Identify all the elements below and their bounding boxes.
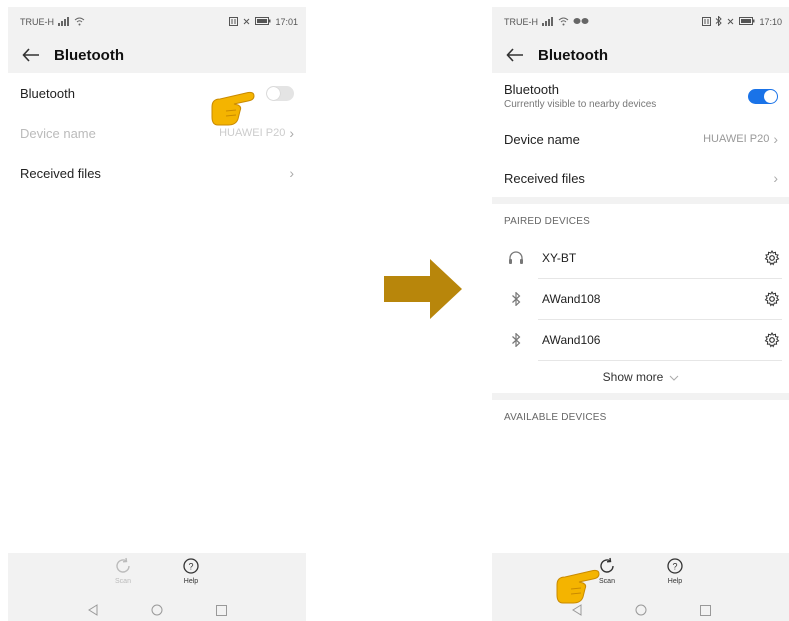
svg-text:?: ? <box>672 562 677 572</box>
section-divider <box>492 197 789 204</box>
scan-label: Scan <box>115 578 131 585</box>
paired-device-name: XY-BT <box>542 251 577 265</box>
clock: 17:10 <box>759 17 782 27</box>
phone-screen-after: TRUE-H 17:10 Bluetooth Bluetooth Current… <box>492 7 789 621</box>
back-arrow-icon[interactable] <box>20 44 42 66</box>
available-devices-header: AVAILABLE DEVICES <box>504 411 607 423</box>
paired-device-name: AWand108 <box>542 292 601 306</box>
paired-device-row[interactable]: XY-BT <box>492 238 789 278</box>
headphones-icon <box>506 248 526 268</box>
nfc-icon <box>229 16 239 28</box>
pointing-hand-icon <box>553 563 605 605</box>
wifi-icon <box>558 17 569 28</box>
back-arrow-icon[interactable] <box>504 44 526 66</box>
chevron-right-icon: › <box>289 125 294 141</box>
bottom-bar: Scan ? Help <box>8 553 306 621</box>
gear-icon[interactable] <box>762 330 782 350</box>
bluetooth-toggle-row[interactable]: Bluetooth Currently visible to nearby de… <box>492 73 789 119</box>
chevron-right-icon: › <box>773 131 778 147</box>
help-button[interactable]: ? Help <box>182 557 200 585</box>
nav-home-icon[interactable] <box>149 603 165 617</box>
device-name-label: Device name <box>504 131 580 147</box>
arrow-right-icon <box>384 259 462 319</box>
bluetooth-icon <box>506 289 526 309</box>
notification-icon <box>573 17 589 27</box>
gear-icon[interactable] <box>762 248 782 268</box>
nfc-icon <box>702 16 712 28</box>
chevron-right-icon: › <box>289 165 294 181</box>
scan-button[interactable]: Scan <box>114 557 132 585</box>
paired-device-row[interactable]: AWand106 <box>492 320 789 360</box>
page-title: Bluetooth <box>538 46 608 64</box>
device-name-row[interactable]: Device name HUAWEI P20 › <box>492 119 789 159</box>
show-more-label: Show more <box>602 370 664 384</box>
app-header: Bluetooth <box>492 37 789 73</box>
bluetooth-label: Bluetooth <box>504 82 559 97</box>
chevron-down-icon <box>669 370 679 384</box>
battery-icon <box>255 17 271 27</box>
signal-icon <box>58 16 70 28</box>
bluetooth-toggle[interactable] <box>748 88 778 104</box>
page-title: Bluetooth <box>54 46 124 64</box>
svg-text:?: ? <box>188 562 193 572</box>
gear-icon[interactable] <box>762 289 782 309</box>
wifi-icon <box>74 17 85 28</box>
section-divider <box>492 393 789 400</box>
status-bar: TRUE-H 17:10 <box>492 7 789 37</box>
nav-recents-icon[interactable] <box>697 603 713 617</box>
bluetooth-toggle[interactable] <box>266 85 294 101</box>
mute-icon <box>242 17 251 28</box>
bottom-bar: Scan ? Help <box>492 553 789 621</box>
help-label: Help <box>667 578 683 585</box>
pointing-hand-icon <box>208 85 260 127</box>
received-files-row[interactable]: Received files › <box>492 159 789 197</box>
received-files-row[interactable]: Received files › <box>8 153 306 193</box>
battery-icon <box>739 17 755 27</box>
device-name-value: HUAWEI P20 <box>219 127 286 139</box>
device-name-value: HUAWEI P20 <box>703 133 770 145</box>
help-icon: ? <box>182 557 200 577</box>
settings-list: Bluetooth Currently visible to nearby de… <box>492 73 789 434</box>
nav-back-icon[interactable] <box>85 603 101 617</box>
help-button[interactable]: ? Help <box>666 557 684 585</box>
carrier-label: TRUE-H <box>504 17 538 27</box>
bluetooth-icon <box>506 330 526 350</box>
status-bar: TRUE-H 17:01 <box>8 7 306 37</box>
paired-devices-header: PAIRED DEVICES <box>504 215 590 227</box>
refresh-icon <box>114 557 132 577</box>
chevron-right-icon: › <box>773 170 778 186</box>
app-header: Bluetooth <box>8 37 306 73</box>
device-name-row: Device name HUAWEI P20 › <box>8 113 306 153</box>
nav-home-icon[interactable] <box>633 603 649 617</box>
bluetooth-visibility-text: Currently visible to nearby devices <box>504 99 657 110</box>
bluetooth-toggle-row[interactable]: Bluetooth <box>8 73 306 113</box>
show-more-button[interactable]: Show more <box>492 361 789 393</box>
device-name-label: Device name <box>20 125 96 141</box>
bluetooth-status-icon <box>715 15 723 28</box>
help-label: Help <box>183 578 199 585</box>
signal-icon <box>542 16 554 28</box>
carrier-label: TRUE-H <box>20 17 54 27</box>
mute-icon <box>726 17 735 28</box>
paired-device-name: AWand106 <box>542 333 601 347</box>
received-files-label: Received files <box>504 170 585 186</box>
nav-back-icon[interactable] <box>569 603 585 617</box>
help-icon: ? <box>666 557 684 577</box>
received-files-label: Received files <box>20 165 101 181</box>
phone-screen-before: TRUE-H 17:01 Bluetooth Bluetooth Device … <box>8 7 306 621</box>
clock: 17:01 <box>275 17 298 27</box>
paired-device-row[interactable]: AWand108 <box>492 279 789 319</box>
nav-recents-icon[interactable] <box>213 603 229 617</box>
bluetooth-label: Bluetooth <box>20 85 75 101</box>
settings-list: Bluetooth Device name HUAWEI P20 › Recei… <box>8 73 306 193</box>
